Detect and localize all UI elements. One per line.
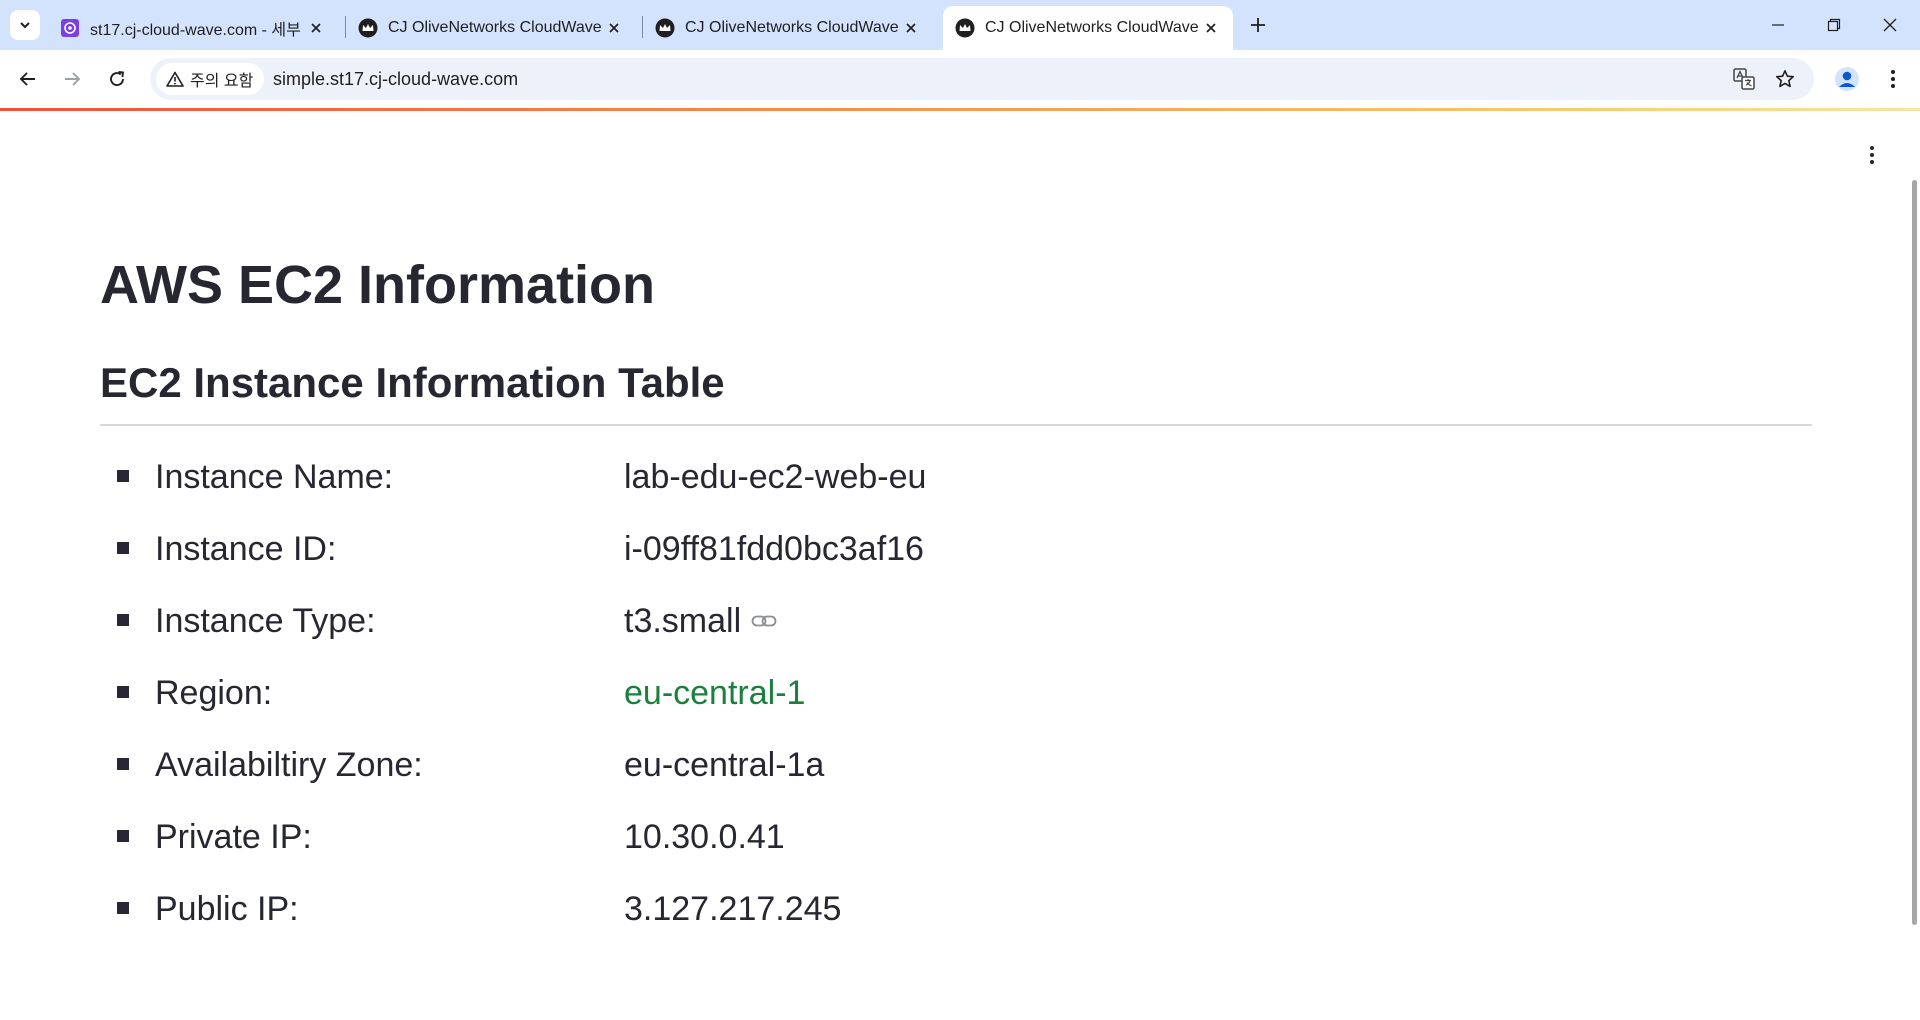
list-bullet [117, 902, 129, 914]
translate-icon [1733, 68, 1755, 90]
warning-icon [166, 71, 184, 87]
security-chip[interactable]: 주의 요함 [156, 63, 265, 95]
page-scrollbar[interactable] [1910, 180, 1920, 925]
list-bullet [117, 830, 129, 842]
close-icon[interactable] [901, 18, 921, 38]
info-row-public-ip: Public IP: 3.127.217.245 [0, 884, 1600, 934]
info-value: i-09ff81fdd0bc3af16 [624, 530, 924, 568]
scrollbar-thumb[interactable] [1912, 180, 1917, 925]
info-value: t3.small [624, 602, 742, 640]
more-vert-icon [1891, 70, 1895, 88]
info-value: 10.30.0.41 [624, 818, 785, 856]
back-button[interactable] [12, 63, 44, 95]
tab-search-button[interactable] [10, 10, 40, 40]
window-close-button[interactable] [1862, 0, 1918, 50]
arrow-left-icon [19, 72, 35, 86]
reload-icon [110, 71, 125, 86]
browser-tab-2[interactable]: CJ OliveNetworks CloudWave [346, 6, 636, 50]
tab-title: CJ OliveNetworks CloudWave [685, 19, 899, 36]
arrow-right-icon [65, 72, 81, 86]
info-value: 3.127.217.245 [624, 890, 842, 928]
plus-icon [1251, 18, 1265, 32]
tab-title: CJ OliveNetworks CloudWave [388, 19, 602, 36]
info-value: eu-central-1a [624, 746, 825, 784]
profile-avatar-icon [1835, 67, 1859, 91]
profile-button[interactable] [1831, 63, 1863, 95]
app-menu-button[interactable] [1860, 140, 1884, 170]
tab-strip: st17.cj-cloud-wave.com - 세부 CJ OliveNetw… [0, 0, 1920, 50]
close-icon[interactable] [306, 18, 326, 38]
crown-icon [655, 18, 675, 38]
crown-icon [358, 18, 378, 38]
info-label: Instance Type: [155, 602, 376, 640]
chevron-down-icon [20, 22, 30, 29]
more-vert-icon [1870, 146, 1874, 164]
section-divider [100, 424, 1812, 426]
close-icon[interactable] [1201, 18, 1221, 38]
list-bullet [117, 686, 129, 698]
close-icon[interactable] [604, 18, 624, 38]
list-bullet [117, 542, 129, 554]
info-row-instance-id: Instance ID: i-09ff81fdd0bc3af16 [0, 524, 1600, 574]
browser-tab-3[interactable]: CJ OliveNetworks CloudWave [643, 6, 933, 50]
info-value: eu-central-1 [624, 674, 806, 712]
info-row-private-ip: Private IP: 10.30.0.41 [0, 812, 1600, 862]
info-label: Region: [155, 674, 273, 712]
browser-tab-1[interactable]: st17.cj-cloud-wave.com - 세부 [48, 6, 338, 50]
browser-toolbar: 주의 요함 simple.st17.cj-cloud-wave.com [0, 50, 1920, 108]
minimize-icon [1772, 24, 1784, 26]
info-label: Public IP: [155, 890, 299, 928]
info-value-with-link: t3.small [624, 596, 777, 646]
star-icon [1776, 70, 1794, 88]
translate-button[interactable] [1728, 63, 1760, 95]
info-label: Instance ID: [155, 530, 337, 568]
tab-title: CJ OliveNetworks CloudWave [985, 19, 1199, 36]
info-row-region: Region: eu-central-1 [0, 668, 1600, 718]
info-value: lab-edu-ec2-web-eu [624, 458, 927, 496]
tab-title: st17.cj-cloud-wave.com - 세부 [90, 22, 301, 39]
list-bullet [117, 758, 129, 770]
security-chip-label: 주의 요함 [190, 73, 254, 90]
link-icon[interactable] [751, 614, 777, 628]
list-bullet [117, 470, 129, 482]
page-load-progress-bar [0, 108, 1920, 111]
crown-icon [955, 18, 975, 38]
info-row-instance-type: Instance Type: t3.small [0, 596, 1600, 646]
page-title: AWS EC2 Information [100, 255, 656, 315]
restore-icon [1827, 18, 1841, 32]
info-label: Instance Name: [155, 458, 394, 496]
purple-app-icon [60, 18, 80, 38]
section-title: EC2 Instance Information Table [100, 359, 725, 406]
minimize-button[interactable] [1750, 0, 1806, 50]
info-row-instance-name: Instance Name: lab-edu-ec2-web-eu [0, 452, 1600, 502]
url-text[interactable]: simple.st17.cj-cloud-wave.com [273, 58, 518, 100]
close-icon [1883, 18, 1897, 32]
info-label: Private IP: [155, 818, 312, 856]
browser-tab-4-active[interactable]: CJ OliveNetworks CloudWave [943, 6, 1233, 50]
list-bullet [117, 614, 129, 626]
restore-button[interactable] [1806, 0, 1862, 50]
bookmark-button[interactable] [1769, 63, 1801, 95]
info-label: Availabiltiry Zone: [155, 746, 423, 784]
new-tab-button[interactable] [1243, 10, 1273, 40]
info-row-availability-zone: Availabiltiry Zone: eu-central-1a [0, 740, 1600, 790]
address-bar[interactable]: 주의 요함 simple.st17.cj-cloud-wave.com [150, 58, 1814, 100]
forward-button[interactable] [56, 63, 88, 95]
reload-button[interactable] [101, 63, 133, 95]
browser-menu-button[interactable] [1877, 63, 1909, 95]
